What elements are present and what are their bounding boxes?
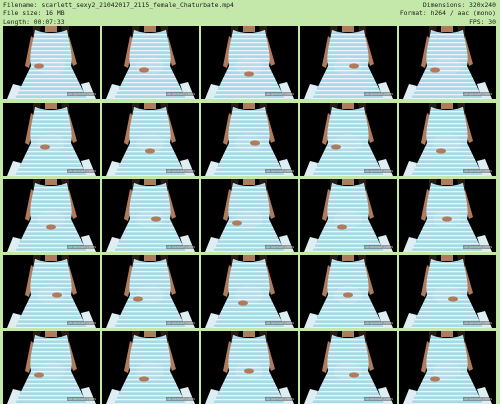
thumbnail-watermark: stripsmart-cams bbox=[463, 169, 493, 173]
thumbnail-watermark: stripsmart-cams bbox=[364, 245, 394, 249]
thumbnail-watermark: stripsmart-cams bbox=[463, 397, 493, 401]
length-text: Length: 00:07:33 bbox=[3, 17, 65, 26]
thumbnail-watermark: stripsmart-cams bbox=[67, 321, 97, 325]
seated-woman-frame-icon bbox=[102, 179, 199, 252]
thumbnail-watermark: stripsmart-cams bbox=[166, 169, 196, 173]
video-thumbnail: stripsmart-cams bbox=[3, 103, 100, 176]
fps-text: FPS: 30 bbox=[469, 17, 496, 26]
video-thumbnail: stripsmart-cams bbox=[300, 103, 397, 176]
video-thumbnail: stripsmart-cams bbox=[102, 331, 199, 404]
dimensions-text: Dimensions: 320x240 bbox=[422, 1, 496, 9]
video-thumbnail: stripsmart-cams bbox=[300, 255, 397, 328]
video-thumbnail: stripsmart-cams bbox=[399, 179, 496, 252]
seated-woman-frame-icon bbox=[300, 103, 397, 176]
filesize-text: File size: 16 MB bbox=[3, 9, 65, 18]
seated-woman-frame-icon bbox=[300, 26, 397, 99]
video-thumbnail: stripsmart-cams bbox=[102, 103, 199, 176]
video-thumbnail: stripsmart-cams bbox=[3, 331, 100, 404]
thumbnail-watermark: stripsmart-cams bbox=[67, 92, 97, 96]
video-thumbnail: stripsmart-cams bbox=[399, 331, 496, 404]
video-thumbnail: stripsmart-cams bbox=[201, 331, 298, 404]
seated-woman-frame-icon bbox=[102, 331, 199, 404]
thumbnail-watermark: stripsmart-cams bbox=[463, 321, 493, 325]
seated-woman-frame-icon bbox=[102, 103, 199, 176]
video-thumbnail: stripsmart-cams bbox=[102, 26, 199, 99]
video-thumbnail: stripsmart-cams bbox=[102, 255, 199, 328]
seated-woman-frame-icon bbox=[3, 331, 100, 404]
filename-text: Filename: scarlett_sexy2_21042017_2115_f… bbox=[3, 1, 234, 9]
video-thumbnail: stripsmart-cams bbox=[3, 26, 100, 99]
thumbnail-grid: stripsmart-cams stripsmart-cams stripsmart… bbox=[0, 26, 500, 404]
seated-woman-frame-icon bbox=[201, 26, 298, 99]
video-thumbnail: stripsmart-cams bbox=[3, 179, 100, 252]
thumbnail-watermark: stripsmart-cams bbox=[265, 169, 295, 173]
seated-woman-frame-icon bbox=[102, 26, 199, 99]
video-thumbnail: stripsmart-cams bbox=[201, 255, 298, 328]
video-thumbnail: stripsmart-cams bbox=[201, 26, 298, 99]
thumbnail-watermark: stripsmart-cams bbox=[463, 245, 493, 249]
video-thumbnail: stripsmart-cams bbox=[300, 179, 397, 252]
video-thumbnail: stripsmart-cams bbox=[399, 103, 496, 176]
seated-woman-frame-icon bbox=[399, 26, 496, 99]
seated-woman-frame-icon bbox=[3, 103, 100, 176]
thumbnail-watermark: stripsmart-cams bbox=[265, 92, 295, 96]
seated-woman-frame-icon bbox=[300, 331, 397, 404]
file-info-left: Filename: scarlett_sexy2_21042017_2115_f… bbox=[3, 1, 234, 26]
seated-woman-frame-icon bbox=[201, 179, 298, 252]
thumbnail-watermark: stripsmart-cams bbox=[67, 169, 97, 173]
thumbnail-watermark: stripsmart-cams bbox=[166, 245, 196, 249]
thumbnail-watermark: stripsmart-cams bbox=[364, 169, 394, 173]
seated-woman-frame-icon bbox=[201, 103, 298, 176]
video-thumbnail: stripsmart-cams bbox=[399, 26, 496, 99]
thumbnail-watermark: stripsmart-cams bbox=[265, 397, 295, 401]
thumbnail-watermark: stripsmart-cams bbox=[364, 397, 394, 401]
video-thumbnail: stripsmart-cams bbox=[201, 179, 298, 252]
thumbnail-watermark: stripsmart-cams bbox=[463, 92, 493, 96]
video-thumbnail: stripsmart-cams bbox=[3, 255, 100, 328]
seated-woman-frame-icon bbox=[3, 179, 100, 252]
seated-woman-frame-icon bbox=[399, 103, 496, 176]
video-thumbnail: stripsmart-cams bbox=[399, 255, 496, 328]
seated-woman-frame-icon bbox=[102, 255, 199, 328]
format-text: Format: h264 / aac (mono) bbox=[399, 9, 496, 18]
video-thumbnail: stripsmart-cams bbox=[201, 103, 298, 176]
seated-woman-frame-icon bbox=[300, 255, 397, 328]
seated-woman-frame-icon bbox=[399, 255, 496, 328]
thumbnail-watermark: stripsmart-cams bbox=[67, 245, 97, 249]
thumbnail-watermark: stripsmart-cams bbox=[265, 321, 295, 325]
contact-sheet-header: Filename: scarlett_sexy2_21042017_2115_f… bbox=[0, 0, 500, 26]
seated-woman-frame-icon bbox=[3, 255, 100, 328]
seated-woman-frame-icon bbox=[399, 331, 496, 404]
thumbnail-watermark: stripsmart-cams bbox=[166, 397, 196, 401]
thumbnail-watermark: stripsmart-cams bbox=[67, 397, 97, 401]
thumbnail-watermark: stripsmart-cams bbox=[166, 321, 196, 325]
seated-woman-frame-icon bbox=[300, 179, 397, 252]
video-thumbnail: stripsmart-cams bbox=[102, 179, 199, 252]
seated-woman-frame-icon bbox=[3, 26, 100, 99]
file-info-right: Dimensions: 320x240 Format: h264 / aac (… bbox=[400, 1, 496, 26]
seated-woman-frame-icon bbox=[201, 331, 298, 404]
thumbnail-watermark: stripsmart-cams bbox=[166, 92, 196, 96]
video-thumbnail: stripsmart-cams bbox=[300, 26, 397, 99]
thumbnail-watermark: stripsmart-cams bbox=[364, 321, 394, 325]
thumbnail-watermark: stripsmart-cams bbox=[364, 92, 394, 96]
video-thumbnail: stripsmart-cams bbox=[300, 331, 397, 404]
seated-woman-frame-icon bbox=[399, 179, 496, 252]
seated-woman-frame-icon bbox=[201, 255, 298, 328]
thumbnail-watermark: stripsmart-cams bbox=[265, 245, 295, 249]
